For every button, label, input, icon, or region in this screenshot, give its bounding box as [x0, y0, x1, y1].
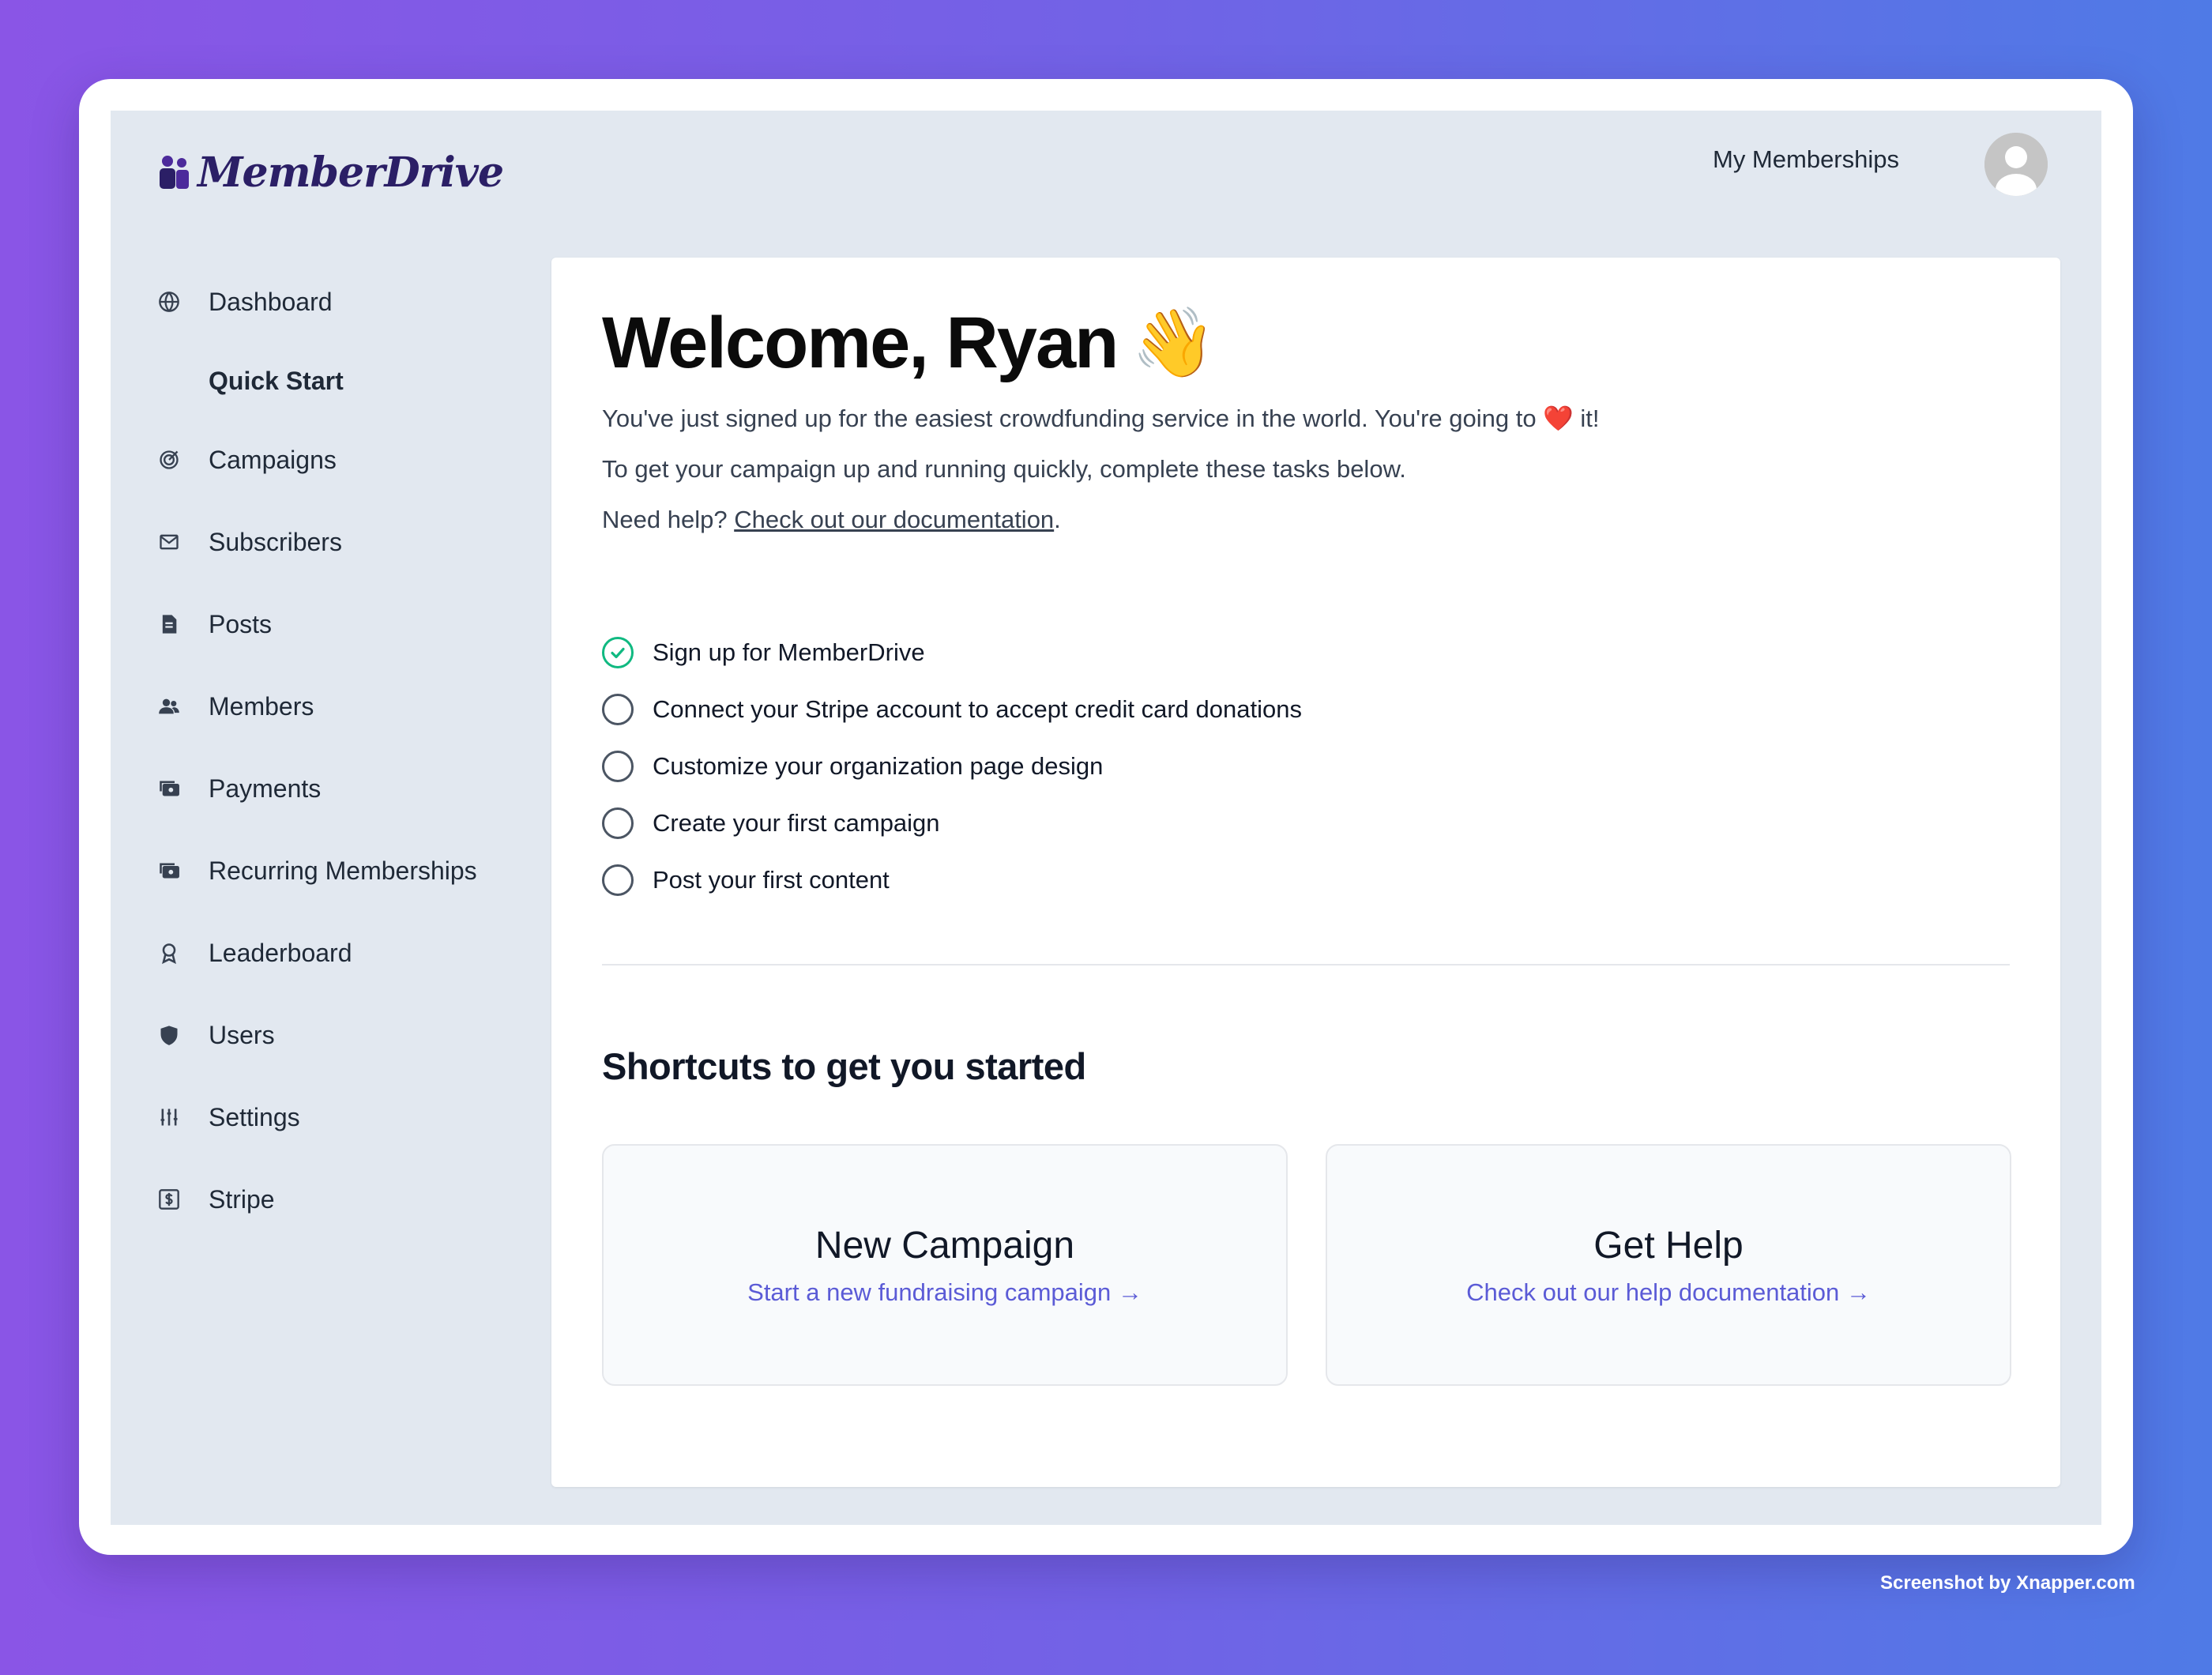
task-label: Customize your organization page design	[653, 752, 1104, 780]
task-checklist: Sign up for MemberDrive Connect your Str…	[602, 624, 1302, 909]
task-item[interactable]: Create your first campaign	[602, 795, 1302, 852]
sidebar-item-label: Campaigns	[209, 445, 337, 474]
divider	[602, 964, 2010, 965]
quick-start-card: Welcome, Ryan 👋 You've just signed up fo…	[551, 258, 2060, 1487]
sidebar-item-quick-start[interactable]: Quick Start	[158, 343, 569, 419]
sidebar-item-label: Subscribers	[209, 527, 342, 556]
sidebar-item-label: Settings	[209, 1102, 300, 1131]
waving-hand-icon: 👋	[1131, 305, 1216, 381]
intro-line-1: You've just signed up for the easiest cr…	[602, 405, 1600, 432]
sliders-icon	[158, 1106, 180, 1128]
sidebar-item-campaigns[interactable]: Campaigns	[158, 419, 569, 501]
sidebar-item-dashboard[interactable]: Dashboard	[158, 261, 569, 343]
sidebar-item-label: Dashboard	[209, 287, 333, 316]
get-help-shortcut[interactable]: Get Help Check out our help documentatio…	[1326, 1144, 2011, 1386]
task-item[interactable]: Connect your Stripe account to accept cr…	[602, 681, 1302, 738]
task-label: Sign up for MemberDrive	[653, 638, 925, 666]
dollar-box-icon	[158, 1188, 180, 1210]
screenshot-credit: Screenshot by Xnapper.com	[1880, 1572, 2135, 1594]
sidebar-item-label: Users	[209, 1020, 275, 1049]
sidebar-item-settings[interactable]: Settings	[158, 1076, 569, 1158]
intro-text: You've just signed up for the easiest cr…	[602, 405, 1600, 556]
page-title: Welcome, Ryan 👋	[602, 303, 1216, 383]
empty-circle-icon	[602, 751, 634, 782]
sidebar-item-label: Leaderboard	[209, 938, 352, 967]
brand-name: MemberDrive	[198, 149, 504, 197]
app-window: MemberDrive My Memberships Dashboard Qui…	[111, 111, 2101, 1525]
help-documentation-link[interactable]: Check out our help documentation →	[1466, 1278, 1871, 1307]
documentation-link[interactable]: Check out our documentation	[734, 506, 1054, 533]
sidebar-item-label: Posts	[209, 609, 273, 638]
help-line: Need help? Check out our documentation.	[602, 506, 1061, 533]
sidebar-item-subscribers[interactable]: Subscribers	[158, 501, 569, 583]
sidebar-item-posts[interactable]: Posts	[158, 583, 569, 665]
sidebar-item-label: Recurring Memberships	[209, 856, 477, 885]
document-icon	[158, 613, 180, 635]
task-label: Post your first content	[653, 866, 890, 894]
badge-icon	[158, 942, 180, 964]
task-label: Create your first campaign	[653, 809, 940, 837]
shortcut-title: New Campaign	[814, 1224, 1075, 1267]
intro-line-2: To get your campaign up and running quic…	[602, 455, 1406, 483]
shortcuts-heading: Shortcuts to get you started	[602, 1045, 1086, 1087]
heart-icon: ❤️	[1543, 405, 1574, 432]
sidebar-item-members[interactable]: Members	[158, 665, 569, 747]
empty-circle-icon	[602, 807, 634, 839]
avatar[interactable]	[1984, 133, 2048, 196]
sidebar-item-leaderboard[interactable]: Leaderboard	[158, 912, 569, 994]
cash-icon	[158, 860, 180, 882]
brand-logo[interactable]: MemberDrive	[158, 149, 504, 197]
target-icon	[158, 449, 180, 471]
check-circle-icon	[602, 637, 634, 668]
sidebar-item-users[interactable]: Users	[158, 994, 569, 1076]
empty-circle-icon	[602, 694, 634, 725]
sidebar-item-label: Quick Start	[209, 366, 344, 395]
sidebar-item-label: Members	[209, 691, 314, 721]
sidebar-item-stripe[interactable]: Stripe	[158, 1158, 569, 1240]
user-avatar-icon	[1984, 133, 2048, 196]
welcome-text: Welcome, Ryan	[602, 303, 1119, 383]
cash-icon	[158, 777, 180, 800]
shortcut-title: Get Help	[1593, 1224, 1744, 1267]
task-item[interactable]: Customize your organization page design	[602, 738, 1302, 795]
new-campaign-shortcut[interactable]: New Campaign Start a new fundraising cam…	[602, 1144, 1288, 1386]
users-icon	[158, 695, 180, 717]
sidebar-item-label: Payments	[209, 774, 322, 803]
sidebar-item-label: Stripe	[209, 1184, 275, 1214]
empty-circle-icon	[602, 864, 634, 896]
my-memberships-link[interactable]: My Memberships	[1713, 145, 1899, 174]
sidebar-item-recurring-memberships[interactable]: Recurring Memberships	[158, 830, 569, 912]
task-item[interactable]: Sign up for MemberDrive	[602, 624, 1302, 681]
mail-icon	[158, 531, 180, 553]
sidebar-item-payments[interactable]: Payments	[158, 747, 569, 830]
logo-icon	[160, 155, 189, 189]
sidebar-nav: Dashboard Quick Start Campaigns Subscrib…	[158, 261, 569, 1240]
globe-icon	[158, 291, 180, 313]
shield-icon	[158, 1024, 180, 1046]
task-label: Connect your Stripe account to accept cr…	[653, 695, 1302, 723]
task-item[interactable]: Post your first content	[602, 852, 1302, 909]
new-campaign-link[interactable]: Start a new fundraising campaign →	[747, 1278, 1142, 1307]
